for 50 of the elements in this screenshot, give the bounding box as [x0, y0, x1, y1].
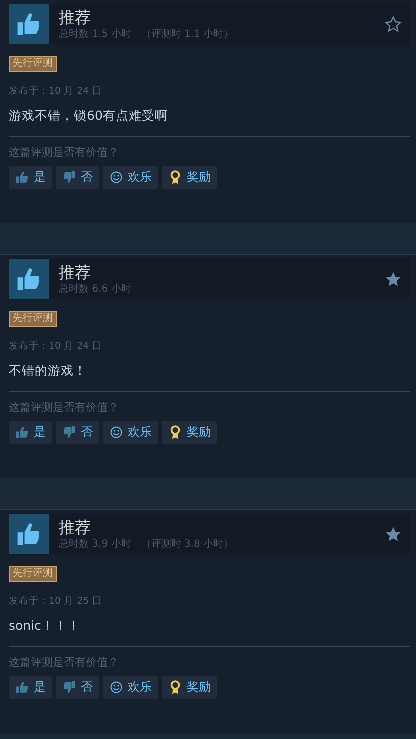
posted-date: 发布于：10 月 24 日	[9, 86, 104, 98]
review-playtime-text: （评测时 1.1 小时）	[141, 28, 234, 40]
thumbs-up-icon	[15, 170, 30, 185]
vote-button[interactable]: 是	[9, 166, 52, 189]
thumbs-down-icon	[62, 170, 77, 185]
verdict-title: 推荐	[59, 518, 92, 538]
star-icon[interactable]	[385, 16, 402, 32]
helpful-question: 这篇评测是否有价值？	[9, 401, 120, 415]
early-access-tag: 先行评测	[9, 311, 57, 327]
thumbs-down-icon	[62, 680, 77, 695]
vote-button[interactable]: 欢乐	[103, 421, 158, 444]
review-playtime-text: （评测时 3.8 小时）	[141, 538, 234, 550]
thumbs-up-icon	[9, 514, 49, 554]
thumbs-down-icon	[62, 425, 77, 440]
verdict-title: 推荐	[59, 262, 92, 282]
helpful-question: 这篇评测是否有价值？	[9, 656, 120, 670]
smiley-icon	[109, 680, 124, 695]
vote-button[interactable]: 否	[56, 676, 99, 699]
vote-button[interactable]: 奖励	[162, 166, 217, 189]
vote-button[interactable]: 奖励	[162, 676, 217, 699]
playtime-text: 总时数 3.9 小时	[59, 538, 132, 550]
award-ribbon-icon	[168, 680, 183, 695]
vote-button[interactable]: 否	[56, 166, 99, 189]
review-text: sonic！！！	[9, 618, 82, 634]
early-access-tag: 先行评测	[9, 566, 57, 582]
vote-button[interactable]: 否	[56, 421, 99, 444]
review-text: 不错的游戏！	[9, 363, 88, 379]
playtime-text: 总时数 1.5 小时	[59, 28, 132, 40]
vote-button[interactable]: 欢乐	[103, 166, 158, 189]
vote-button[interactable]: 是	[9, 676, 52, 699]
posted-date: 发布于：10 月 24 日	[9, 341, 104, 353]
thumbs-up-icon	[15, 425, 30, 440]
thumbs-up-icon	[15, 680, 30, 695]
smiley-icon	[109, 170, 124, 185]
thumbs-up-icon	[9, 259, 49, 299]
playtime-text: 总时数 6.6 小时	[59, 282, 132, 296]
verdict-title: 推荐	[59, 8, 92, 28]
smiley-icon	[109, 425, 124, 440]
helpful-question: 这篇评测是否有价值？	[9, 146, 120, 160]
review-text: 游戏不错，锁60有点难受啊	[9, 108, 169, 124]
award-ribbon-icon	[168, 170, 183, 185]
vote-button[interactable]: 欢乐	[103, 676, 158, 699]
early-access-tag: 先行评测	[9, 56, 57, 72]
star-icon[interactable]	[385, 270, 402, 288]
thumbs-up-icon	[9, 4, 49, 44]
vote-button[interactable]: 奖励	[162, 421, 217, 444]
vote-button[interactable]: 是	[9, 421, 52, 444]
posted-date: 发布于：10 月 25 日	[9, 596, 104, 608]
star-icon[interactable]	[385, 526, 402, 542]
award-ribbon-icon	[168, 425, 183, 440]
